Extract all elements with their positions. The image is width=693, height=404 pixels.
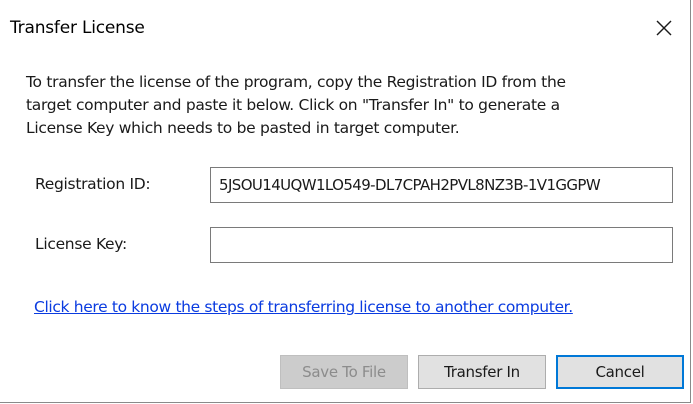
cancel-button[interactable]: Cancel [556,355,684,389]
transfer-license-dialog: Transfer License To transfer the license… [0,0,691,403]
close-button[interactable] [644,10,684,46]
registration-id-label: Registration ID: [35,175,151,193]
help-link-transfer-steps[interactable]: Click here to know the steps of transfer… [34,298,573,316]
instructions-line-3: License Key which needs to be pasted in … [26,119,460,137]
registration-id-field[interactable]: 5JSOU14UQW1LO549-DL7CPAH2PVL8NZ3B-1V1GGP… [210,167,673,203]
title-bar[interactable]: Transfer License [0,0,690,58]
instructions-text: To transfer the license of the program, … [26,71,666,140]
dialog-title: Transfer License [10,18,145,38]
license-key-field[interactable] [210,227,673,263]
instructions-line-2: target computer and paste it below. Clic… [26,96,560,114]
instructions-line-1: To transfer the license of the program, … [26,73,566,91]
transfer-in-button[interactable]: Transfer In [418,355,546,389]
save-to-file-button[interactable]: Save To File [280,355,408,389]
close-icon [655,19,673,37]
license-key-label: License Key: [35,235,127,253]
